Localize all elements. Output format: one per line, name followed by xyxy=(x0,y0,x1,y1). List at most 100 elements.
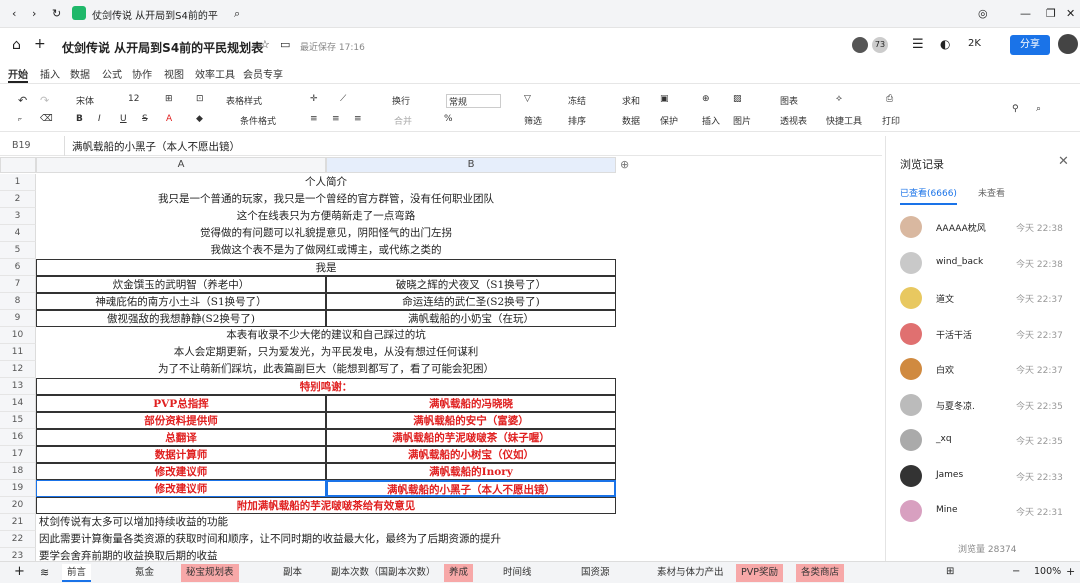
number-format-select[interactable]: 常规 xyxy=(446,94,501,108)
sheet-tab[interactable]: 时间线 xyxy=(498,564,537,582)
eraser-icon[interactable]: ⌫ xyxy=(40,114,53,124)
row-number[interactable]: 3 xyxy=(0,208,36,225)
protect-button[interactable]: 保护 xyxy=(660,114,678,127)
sheet-tab[interactable]: 秘宝规划表 xyxy=(181,564,239,582)
lock-icon[interactable]: ▣ xyxy=(660,94,669,104)
corner[interactable] xyxy=(0,157,36,173)
cell[interactable]: 特别鸣谢： xyxy=(36,378,616,395)
star-icon[interactable]: ☆ xyxy=(260,38,270,51)
sheet-grid[interactable]: A B ⊕ 1 个人简介 2 我只是一个普通的玩家，我只是一个曾经的官方群管，没有任何… xyxy=(0,157,882,561)
cell[interactable]: 杖剑传说有太多可以增加持续收益的功能 xyxy=(36,514,636,531)
col-header-a[interactable]: A xyxy=(36,157,326,173)
row-number[interactable]: 13 xyxy=(0,378,36,395)
quick-tools-button[interactable]: 快捷工具 xyxy=(826,114,862,127)
row-number[interactable]: 2 xyxy=(0,191,36,208)
add-sheet-icon[interactable]: + xyxy=(14,564,25,579)
menu-item[interactable]: 数据 xyxy=(70,66,90,81)
cell[interactable]: 满帆载船的冯晓晓 xyxy=(326,395,616,412)
bold-button[interactable]: B xyxy=(76,114,83,124)
history-item[interactable]: 与夏冬凉. 今天 22:35 xyxy=(886,393,1080,429)
cell[interactable]: 满帆载船的安宁（富婆） xyxy=(326,412,616,429)
cell[interactable]: 傲视强敌的我想静静(S2换号了) xyxy=(36,310,326,327)
cell[interactable]: 部份资料提供师 xyxy=(36,412,326,429)
row-number[interactable]: 10 xyxy=(0,327,36,344)
cell[interactable]: 我是 xyxy=(36,259,616,276)
cell-ref[interactable]: B19 xyxy=(12,140,31,151)
avatar-count[interactable]: 73 xyxy=(872,37,888,53)
font-color-icon[interactable]: A xyxy=(166,114,172,124)
comment-icon[interactable]: ◐ xyxy=(940,37,950,51)
row-number[interactable]: 22 xyxy=(0,531,36,548)
row-number[interactable]: 18 xyxy=(0,463,36,480)
add-icon[interactable]: + xyxy=(34,36,46,52)
history-item[interactable]: 干活干活 今天 22:37 xyxy=(886,322,1080,358)
filter-icon[interactable]: ▽ xyxy=(524,94,531,104)
grid-icon[interactable]: ⊞ xyxy=(946,566,954,577)
align-left-icon[interactable]: ≡ xyxy=(310,114,318,124)
menu-item[interactable]: 效率工具 xyxy=(195,66,235,81)
cell[interactable]: 我只是一个普通的玩家，我只是一个曾经的官方群管，没有任何职业团队 xyxy=(36,191,616,208)
menu-item[interactable]: 公式 xyxy=(102,66,122,81)
cell[interactable]: 修改建议师 xyxy=(36,463,326,480)
cell[interactable]: 为了不让萌新们踩坑，此表篇副巨大（能想到都写了，看了可能会犯困） xyxy=(36,361,616,378)
row-number[interactable]: 12 xyxy=(0,361,36,378)
cell[interactable]: 总翻译 xyxy=(36,429,326,446)
doc-title[interactable]: 仗剑传说 从开局到S4前的平民规划表 xyxy=(62,39,263,56)
add-column-icon[interactable]: ⊕ xyxy=(620,158,629,171)
row-number[interactable]: 23 xyxy=(0,548,36,561)
underline-button[interactable]: U xyxy=(120,114,127,124)
insert-icon[interactable]: ⊕ xyxy=(702,94,710,104)
row-number[interactable]: 6 xyxy=(0,259,36,276)
row-number[interactable]: 7 xyxy=(0,276,36,293)
formula-input[interactable]: 满帆载船的小黑子（本人不愿出镜） xyxy=(72,139,240,154)
merge-icon[interactable]: ⊡ xyxy=(196,94,204,104)
align-icon[interactable]: ✛ xyxy=(310,94,318,104)
history-item[interactable]: 白欢 今天 22:37 xyxy=(886,358,1080,393)
row-number[interactable]: 9 xyxy=(0,310,36,327)
row-number[interactable]: 15 xyxy=(0,412,36,429)
quick-icon[interactable]: ⟡ xyxy=(836,94,842,104)
zoom-out-icon[interactable]: − xyxy=(1012,566,1020,577)
align-center-icon[interactable]: ≡ xyxy=(332,114,340,124)
sheet-tab[interactable]: PVP奖励 xyxy=(736,564,783,582)
rotate-icon[interactable]: ⟋ xyxy=(340,94,346,104)
tab-unviewed[interactable]: 未查看 xyxy=(978,186,1005,199)
sheet-tab[interactable]: 副本次数（国副本次数） xyxy=(326,564,441,582)
cell[interactable]: 因此需要计算衡量各类资源的获取时间和顺序，让不同时期的收益最大化，最终为了后期资… xyxy=(36,531,636,548)
print-icon[interactable]: ⎙ xyxy=(886,94,893,104)
filter-button[interactable]: 筛选 xyxy=(524,114,542,127)
cell[interactable]: 炊金馔玉的武明智（养老中） xyxy=(36,276,326,293)
percent-icon[interactable]: % xyxy=(444,114,453,124)
pivot-button[interactable]: 透视表 xyxy=(780,114,807,127)
menu-item[interactable]: 协作 xyxy=(132,66,152,81)
picture-icon[interactable]: ▨ xyxy=(733,94,742,104)
cell[interactable]: 命运连结的武仁圣(S2换号了) xyxy=(326,293,616,310)
browser-tab-title[interactable]: 仗剑传说 从开局到S4前的平 xyxy=(92,7,218,22)
cell[interactable]: 满帆载船的小奶宝（在玩） xyxy=(326,310,616,327)
sum-button[interactable]: 求和 xyxy=(622,94,640,107)
border-icon[interactable]: ⊞ xyxy=(165,94,173,104)
history-item[interactable]: wind_back 今天 22:38 xyxy=(886,251,1080,287)
size-select[interactable]: 12 xyxy=(128,94,139,104)
row-number[interactable]: 1 xyxy=(0,174,36,191)
font-select[interactable]: 宋体 xyxy=(76,94,94,107)
row-number[interactable]: 21 xyxy=(0,514,36,531)
sheet-tab[interactable]: 副本 xyxy=(278,564,307,582)
sheet-tab[interactable]: 素材与体力产出 xyxy=(652,564,729,582)
zoom-level[interactable]: 100% xyxy=(1034,566,1061,577)
cell[interactable]: 满帆载船的小黑子（本人不愿出镜） xyxy=(326,480,616,497)
row-number[interactable]: 17 xyxy=(0,446,36,463)
menu-item[interactable]: 开始 xyxy=(8,66,28,83)
brush-icon[interactable]: ⚲ xyxy=(1012,104,1019,114)
insert-button[interactable]: 插入 xyxy=(702,114,720,127)
row-number[interactable]: 5 xyxy=(0,242,36,259)
collaborators-count[interactable]: 2K xyxy=(968,38,981,49)
chart-button[interactable]: 图表 xyxy=(780,94,798,107)
undo-icon[interactable]: ↶ xyxy=(18,94,27,107)
tab-viewed[interactable]: 已查看(6666) xyxy=(900,186,957,205)
menu-item[interactable]: 视图 xyxy=(164,66,184,81)
row-number[interactable]: 11 xyxy=(0,344,36,361)
find-icon[interactable]: ⌕ xyxy=(1036,104,1041,114)
cell[interactable]: 这个在线表只为方便萌新走了一点弯路 xyxy=(36,208,616,225)
menu-item[interactable]: 插入 xyxy=(40,66,60,81)
